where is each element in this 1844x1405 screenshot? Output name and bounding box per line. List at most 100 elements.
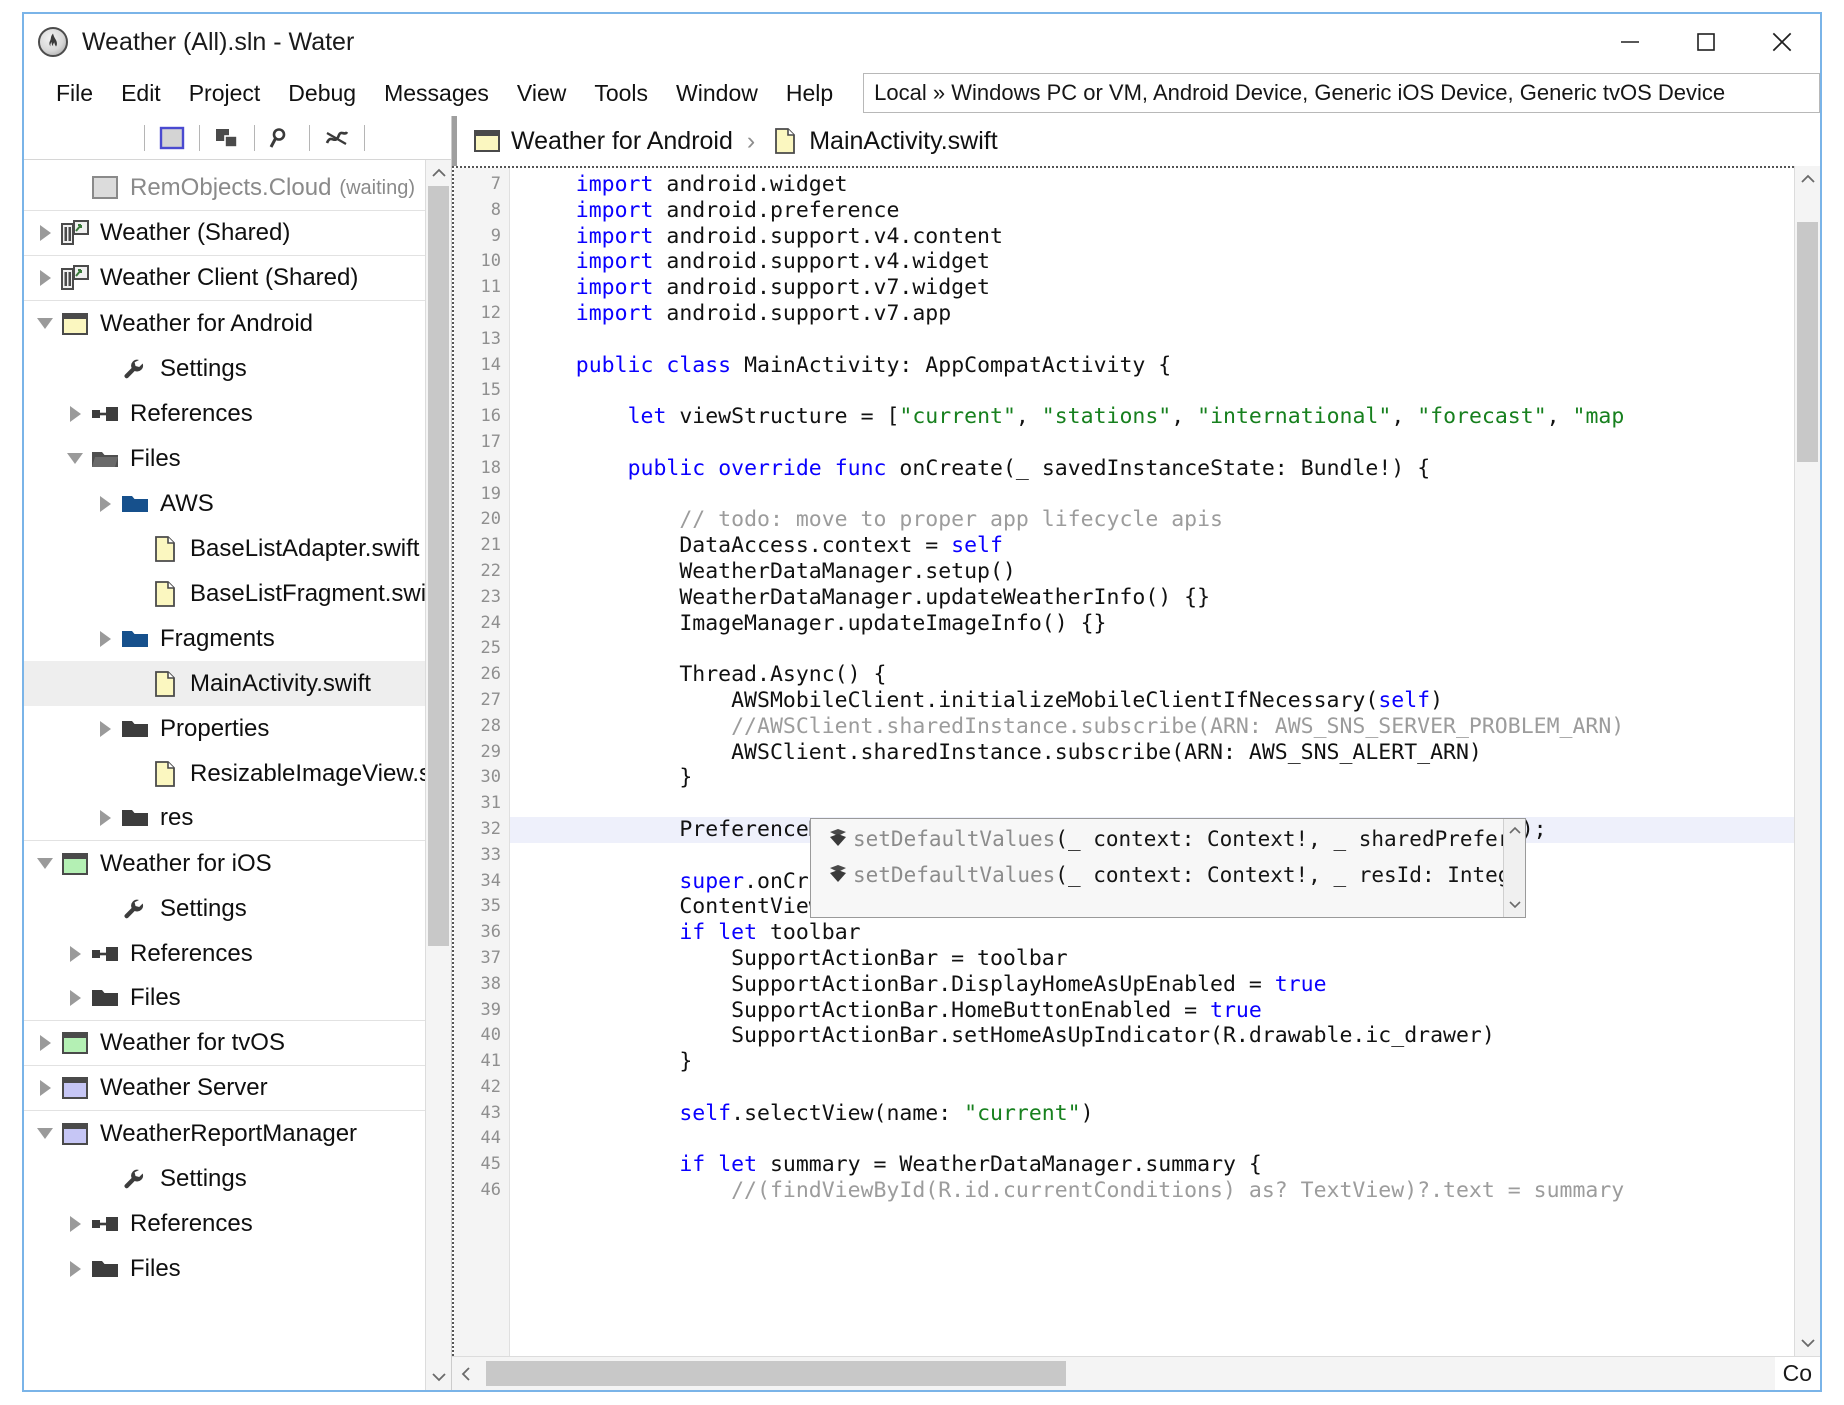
code-line[interactable]: SupportActionBar.HomeButtonEnabled = tru… [510,998,1794,1024]
code-line[interactable] [510,1126,1794,1152]
chevron-right-icon[interactable] [32,1035,58,1051]
code-line[interactable]: import android.widget [510,172,1794,198]
scroll-down-icon[interactable] [1508,896,1521,914]
code-line[interactable]: let viewStructure = ["current", "station… [510,404,1794,430]
menu-window[interactable]: Window [662,77,772,110]
code-line[interactable] [510,1075,1794,1101]
code-line[interactable]: AWSMobileClient.initializeMobileClientIf… [510,688,1794,714]
chevron-down-icon[interactable] [32,1128,58,1139]
code-line[interactable] [510,327,1794,353]
editor-vertical-scrollbar[interactable] [1794,166,1820,1356]
autocomplete-list[interactable]: setDefaultValues (_ context: Context!, _ … [811,819,1503,917]
chevron-right-icon[interactable] [32,270,58,286]
tree-item-mainactivity-swift[interactable]: MainActivity.swift [24,661,425,706]
tree-item-weather-shared[interactable]: Weather (Shared) [24,211,425,256]
scribble-tool-icon[interactable] [320,122,354,154]
chevron-right-icon[interactable] [62,945,88,962]
autocomplete-popup[interactable]: setDefaultValues (_ context: Context!, _ … [810,818,1526,918]
code-editor[interactable]: 7 8 9 10 11 12 13 14 15 16 17 18 19 20 21 22 23 24 25 26 27 2… [452,166,1794,1356]
code-line[interactable]: SupportActionBar.DisplayHomeAsUpEnabled … [510,972,1794,998]
tree-item-properties[interactable]: Properties [24,706,425,751]
autocomplete-item[interactable]: setDefaultValues (_ context: Context!, _ … [811,821,1503,857]
close-button[interactable] [1744,14,1820,70]
search-icon[interactable] [265,122,299,154]
chevron-right-icon[interactable] [92,495,118,512]
chevron-right-icon[interactable] [32,225,58,241]
solution-tree-scrollbar[interactable] [425,160,451,1390]
tree-item-baselistfragment-swift[interactable]: BaseListFragment.swift [24,571,425,616]
build-target-combo[interactable]: Local » Windows PC or VM, Android Device… [863,73,1820,113]
menu-edit[interactable]: Edit [107,77,175,110]
breadcrumb-file[interactable]: MainActivity.swift [769,127,998,156]
code-line[interactable]: public override func onCreate(_ savedIns… [510,456,1794,482]
tree-item-resizableimageview-swif[interactable]: ResizableImageView.swif [24,751,425,796]
scroll-track[interactable] [1795,192,1820,1330]
show-solution-pane-icon[interactable] [155,122,189,154]
code-line[interactable]: import android.preference [510,198,1794,224]
code-line[interactable]: //(findViewById(R.id.currentConditions) … [510,1178,1794,1204]
menu-debug[interactable]: Debug [274,77,370,110]
tree-item-weather-for-android[interactable]: Weather for Android [24,301,425,346]
tree-item-weather-for-tvos[interactable]: Weather for tvOS [24,1021,425,1066]
chevron-right-icon[interactable] [92,720,118,737]
solution-tree[interactable]: RemObjects.Cloud (waiting) Weather (Shared… [24,160,425,1390]
menu-view[interactable]: View [503,77,580,110]
chevron-right-icon[interactable] [92,810,118,826]
chevron-right-icon[interactable] [62,1215,88,1232]
chevron-right-icon[interactable] [92,630,118,647]
tree-item-remobjects-cloud[interactable]: RemObjects.Cloud (waiting) [24,166,425,211]
tree-item-references[interactable]: References [24,931,425,976]
scroll-down-icon[interactable] [426,1364,451,1390]
scroll-up-icon[interactable] [1795,166,1820,192]
code-line[interactable]: self.selectView(name: "current") [510,1101,1794,1127]
code-line[interactable]: import android.support.v7.app [510,301,1794,327]
tree-item-weather-for-ios[interactable]: Weather for iOS [24,841,425,886]
code-line[interactable]: AWSClient.sharedInstance.subscribe(ARN: … [510,740,1794,766]
tree-item-files[interactable]: Files [24,976,425,1021]
autocomplete-scrollbar[interactable] [1503,819,1525,917]
chevron-down-icon[interactable] [62,453,88,464]
code-line[interactable]: import android.support.v4.widget [510,249,1794,275]
tree-item-files[interactable]: Files [24,1246,425,1291]
menu-messages[interactable]: Messages [370,77,503,110]
code-line[interactable]: WeatherDataManager.updateWeatherInfo() {… [510,585,1794,611]
tree-item-weather-client-shared[interactable]: Weather Client (Shared) [24,256,425,301]
scroll-track[interactable] [480,1357,1775,1390]
tree-item-aws[interactable]: AWS [24,481,425,526]
chevron-down-icon[interactable] [32,318,58,329]
code-content[interactable]: import android.widget import android.pre… [510,168,1794,1356]
code-line[interactable]: import android.support.v4.content [510,224,1794,250]
chevron-right-icon[interactable] [62,405,88,422]
breadcrumb-project[interactable]: Weather for Android [471,127,733,156]
menu-file[interactable]: File [42,77,107,110]
scroll-thumb[interactable] [428,186,449,946]
code-line[interactable]: SupportActionBar = toolbar [510,946,1794,972]
tree-item-fragments[interactable]: Fragments [24,616,425,661]
tree-item-settings[interactable]: Settings [24,1156,425,1201]
scroll-down-icon[interactable] [1795,1330,1820,1356]
scroll-left-icon[interactable] [452,1357,480,1390]
code-line[interactable]: WeatherDataManager.setup() [510,559,1794,585]
menu-tools[interactable]: Tools [580,77,662,110]
code-line[interactable]: import android.support.v7.widget [510,275,1794,301]
code-line[interactable]: Thread.Async() { [510,662,1794,688]
code-line[interactable] [510,791,1794,817]
tree-item-settings[interactable]: Settings [24,346,425,391]
tree-item-files[interactable]: Files [24,436,425,481]
code-line[interactable]: } [510,765,1794,791]
scroll-thumb[interactable] [1797,222,1818,462]
tree-item-res[interactable]: res [24,796,425,841]
maximize-button[interactable] [1668,14,1744,70]
code-line[interactable] [510,482,1794,508]
code-line[interactable]: public class MainActivity: AppCompatActi… [510,353,1794,379]
scroll-thumb[interactable] [486,1361,1066,1386]
scroll-up-icon[interactable] [426,160,451,186]
autocomplete-item[interactable]: setDefaultValues (_ context: Context!, _ … [811,857,1503,893]
code-line[interactable] [510,636,1794,662]
code-line[interactable]: ImageManager.updateImageInfo() {} [510,611,1794,637]
tree-item-settings[interactable]: Settings [24,886,425,931]
menu-project[interactable]: Project [175,77,275,110]
minimize-button[interactable] [1592,14,1668,70]
tree-item-weatherreportmanager[interactable]: WeatherReportManager [24,1111,425,1156]
code-line[interactable]: SupportActionBar.setHomeAsUpIndicator(R.… [510,1023,1794,1049]
